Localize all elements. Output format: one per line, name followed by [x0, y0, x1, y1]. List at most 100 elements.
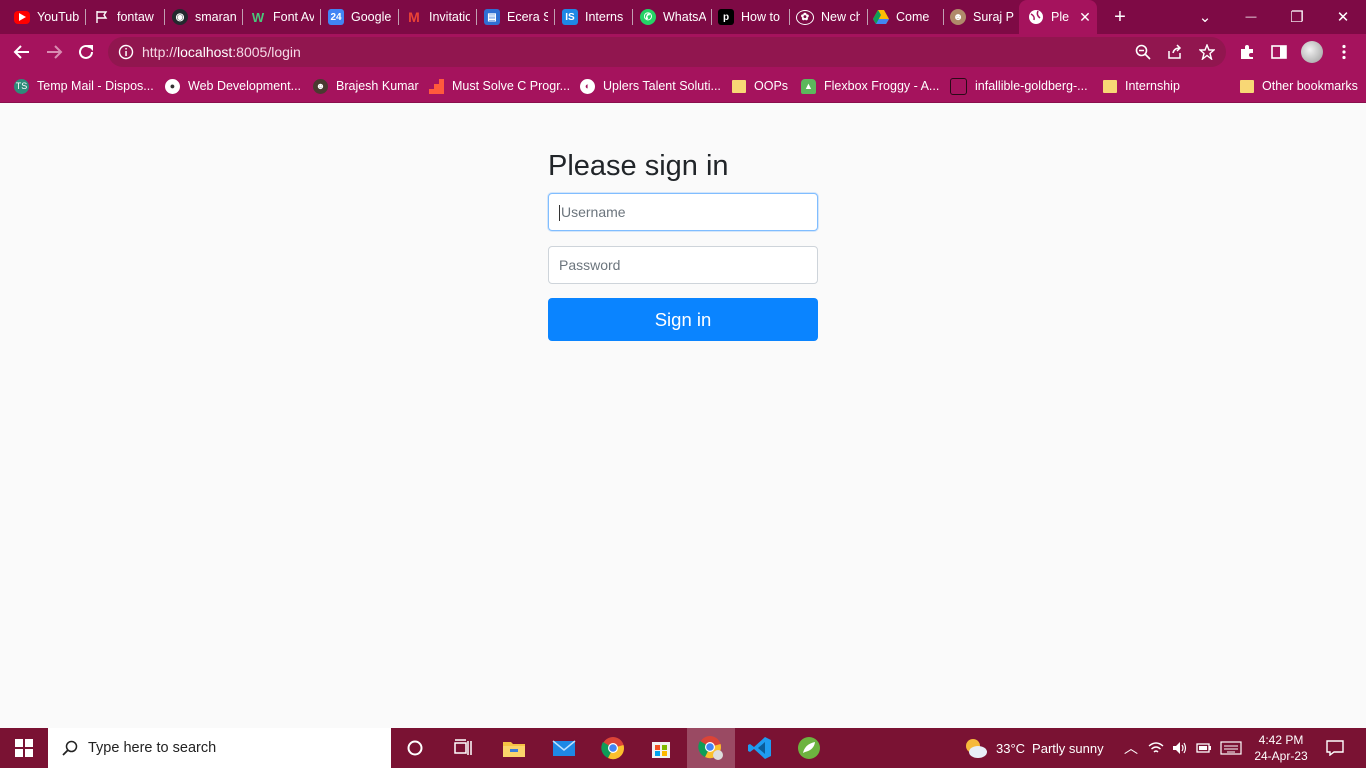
text-caret: [559, 205, 560, 222]
avatar-icon: ☻: [950, 9, 966, 25]
avatar: [1301, 41, 1323, 63]
tab-youtube[interactable]: YouTub: [14, 0, 80, 34]
tab-how-to[interactable]: p How to: [718, 0, 782, 34]
tab-github[interactable]: ◉ smaran: [172, 0, 236, 34]
store-button[interactable]: [638, 728, 684, 768]
weather-widget[interactable]: 33°C Partly sunny: [963, 728, 1104, 768]
spring-tool-button[interactable]: [786, 728, 832, 768]
whatsapp-icon: ✆: [640, 9, 656, 25]
chrome-button[interactable]: [590, 728, 636, 768]
frog-icon: ▲: [801, 78, 816, 94]
bookmark-folder-other[interactable]: Other bookmarks: [1240, 76, 1358, 96]
chrome-icon: [601, 737, 624, 760]
file-explorer-button[interactable]: [491, 728, 537, 768]
tab-drive[interactable]: Come: [873, 0, 937, 34]
profile-button[interactable]: [1298, 38, 1326, 66]
username-input[interactable]: Username: [548, 193, 818, 231]
bookmarks-bar: TS Temp Mail - Dispos... ● Web Development…: [0, 70, 1366, 103]
password-input[interactable]: Password: [548, 246, 818, 284]
openai-icon: ✿: [796, 9, 814, 25]
taskbar-search-box[interactable]: Type here to search: [48, 728, 391, 768]
side-panel-button[interactable]: [1265, 38, 1293, 66]
task-view-button[interactable]: [440, 728, 486, 768]
restore-button[interactable]: ❐: [1274, 0, 1320, 34]
keyboard-icon[interactable]: [1220, 741, 1242, 755]
battery-icon[interactable]: [1196, 742, 1212, 754]
bookmark-infallible-goldberg[interactable]: infallible-goldberg-...: [950, 76, 1088, 96]
tab-search-button[interactable]: ⌄: [1182, 0, 1228, 34]
stairs-icon: [429, 78, 444, 94]
chevron-up-icon[interactable]: ︿: [1124, 738, 1138, 758]
tab-ecera[interactable]: ▤ Ecera S: [484, 0, 548, 34]
start-button[interactable]: [0, 728, 48, 768]
vscode-button[interactable]: [737, 728, 783, 768]
flag-icon: [94, 9, 110, 25]
new-tab-button[interactable]: +: [1108, 5, 1132, 29]
ecera-icon: ▤: [484, 9, 500, 25]
cortana-icon: [407, 740, 423, 756]
bookmark-web-development[interactable]: ● Web Development...: [165, 76, 301, 96]
tab-fontawesome[interactable]: fontaw: [94, 0, 158, 34]
bookmark-brajesh-kumar[interactable]: ☻ Brajesh Kumar: [313, 76, 419, 96]
tab-chatgpt[interactable]: ✿ New ch: [796, 0, 860, 34]
star-icon[interactable]: [1199, 44, 1215, 60]
folder-icon: [1240, 79, 1254, 93]
share-icon[interactable]: [1167, 44, 1183, 60]
vscode-icon: [748, 737, 771, 759]
zoom-icon[interactable]: [1135, 44, 1151, 60]
p-logo-icon: p: [718, 9, 734, 25]
tab-google-calendar[interactable]: 24 Google: [328, 0, 392, 34]
bookmark-folder-internship[interactable]: Internship: [1103, 76, 1180, 96]
mail-icon: [552, 740, 576, 756]
notification-icon: [1326, 740, 1344, 756]
bookmark-folder-oops[interactable]: OOPs: [732, 76, 788, 96]
wifi-icon[interactable]: [1148, 741, 1164, 755]
address-bar[interactable]: http://localhost:8005/login: [108, 37, 1226, 67]
forward-button[interactable]: [40, 38, 68, 66]
folder-icon: [732, 79, 746, 93]
tempmail-icon: TS: [14, 78, 29, 94]
clock[interactable]: 4:42 PM 24-Apr-23: [1252, 728, 1310, 768]
sign-in-button[interactable]: Sign in: [548, 298, 818, 341]
weather-sunny-icon: [966, 739, 987, 758]
cortana-button[interactable]: [392, 728, 438, 768]
tab-please-sign-in[interactable]: Ple ✕: [1019, 0, 1097, 34]
search-icon: [62, 740, 78, 756]
tab-strip: YouTub fontaw ◉ smaran W Font Av 24 Goog…: [0, 0, 1366, 34]
minimize-button[interactable]: —: [1228, 0, 1274, 34]
github-icon: ◉: [172, 9, 188, 25]
menu-button[interactable]: [1330, 38, 1358, 66]
tab-suraj[interactable]: ☻ Suraj P: [950, 0, 1014, 34]
tab-whatsapp[interactable]: ✆ WhatsA: [640, 0, 706, 34]
windows-icon: [15, 739, 33, 757]
globe-icon: [1028, 9, 1044, 25]
spring-icon: [798, 737, 820, 759]
task-view-icon: [454, 739, 472, 755]
reload-button[interactable]: [72, 38, 100, 66]
folder-icon: [1103, 79, 1117, 93]
is-icon: IS: [562, 9, 578, 25]
bookmark-must-solve-c[interactable]: Must Solve C Progr...: [429, 76, 570, 96]
chrome-icon: [698, 736, 723, 760]
bookmark-uplers[interactable]: ◐ Uplers Talent Soluti...: [580, 76, 721, 96]
bookmark-flexbox-froggy[interactable]: ▲ Flexbox Froggy - A...: [801, 76, 939, 96]
info-icon[interactable]: [118, 44, 134, 60]
back-button[interactable]: [8, 38, 36, 66]
close-tab-icon[interactable]: ✕: [1079, 9, 1091, 26]
volume-icon[interactable]: [1172, 741, 1188, 755]
chrome-profile-button[interactable]: [687, 728, 735, 768]
extensions-button[interactable]: [1233, 38, 1261, 66]
taskbar: Type here to search 33°C Partly sunny ︿ …: [0, 728, 1366, 768]
tab-gmail[interactable]: M Invitatio: [406, 0, 470, 34]
bookmark-temp-mail[interactable]: TS Temp Mail - Dispos...: [14, 76, 154, 96]
square-icon: [950, 77, 967, 95]
browser-toolbar: http://localhost:8005/login: [0, 34, 1366, 70]
webdev-icon: ●: [165, 78, 180, 94]
tab-internshala[interactable]: IS Interns: [562, 0, 626, 34]
youtube-icon: [14, 10, 30, 24]
notifications-button[interactable]: [1312, 728, 1358, 768]
mail-button[interactable]: [541, 728, 587, 768]
tab-font-awesome[interactable]: W Font Av: [250, 0, 314, 34]
close-window-button[interactable]: ✕: [1320, 0, 1366, 34]
gmail-icon: M: [408, 9, 420, 25]
